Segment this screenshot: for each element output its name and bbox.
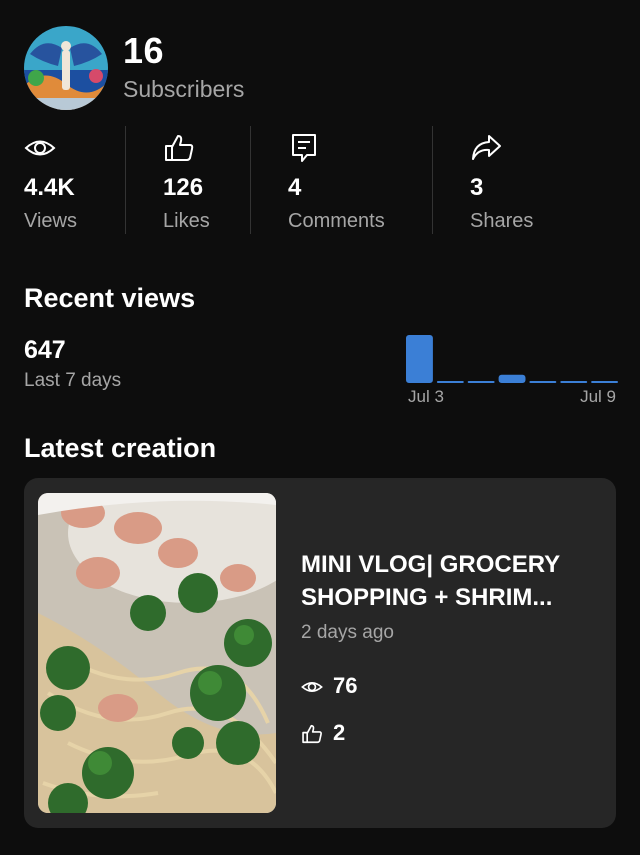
recent-views-chart[interactable]: Jul 3 Jul 9 <box>404 326 620 408</box>
video-likes-value: 2 <box>333 720 346 745</box>
latest-creation-title: Latest creation <box>24 433 217 463</box>
share-icon <box>470 132 502 164</box>
eye-icon <box>24 132 56 164</box>
likes-label: Likes <box>163 210 210 232</box>
video-thumbnail[interactable] <box>38 493 276 813</box>
stat-divider <box>250 126 251 234</box>
video-views-value: 76 <box>333 673 358 698</box>
video-title-line1[interactable]: MINI VLOG| GROCERY <box>301 548 601 581</box>
chart-bar <box>529 381 557 383</box>
subscriber-count: 16 <box>123 30 165 71</box>
recent-views-count: 647 <box>24 336 66 364</box>
chart-end-label: Jul 9 <box>580 387 616 406</box>
shares-label: Shares <box>470 210 534 232</box>
views-label: Views <box>24 210 77 232</box>
chart-bar <box>406 335 433 383</box>
comments-label: Comments <box>288 210 385 232</box>
chart-bar <box>560 381 588 383</box>
video-age: 2 days ago <box>301 622 394 643</box>
chart-bar <box>498 374 526 383</box>
stat-divider <box>432 126 433 234</box>
views-value: 4.4K <box>24 174 75 201</box>
chart-bar <box>436 381 464 383</box>
stats-row: 4.4K Views 126 Likes 4 Comments 3 Shares <box>0 126 640 236</box>
recent-views-period: Last 7 days <box>24 370 122 391</box>
likes-value: 126 <box>163 174 204 201</box>
chart-start-label: Jul 3 <box>408 387 444 406</box>
thumbs-up-icon <box>163 132 195 164</box>
chart-bar <box>591 381 618 383</box>
recent-views-title: Recent views <box>24 283 196 313</box>
thumbs-up-icon <box>301 723 323 745</box>
latest-video-card[interactable]: MINI VLOG| GROCERY SHOPPING + SHRIM... 2… <box>24 478 616 828</box>
chart-bar <box>467 381 495 383</box>
shares-value: 3 <box>470 174 484 201</box>
comment-icon <box>288 132 320 164</box>
video-title-line2[interactable]: SHOPPING + SHRIM... <box>301 581 601 614</box>
subscriber-label: Subscribers <box>123 76 245 102</box>
channel-header: 16 Subscribers <box>24 26 624 110</box>
avatar[interactable] <box>24 26 108 110</box>
stat-divider <box>125 126 126 234</box>
eye-icon <box>301 676 323 698</box>
comments-value: 4 <box>288 174 302 201</box>
